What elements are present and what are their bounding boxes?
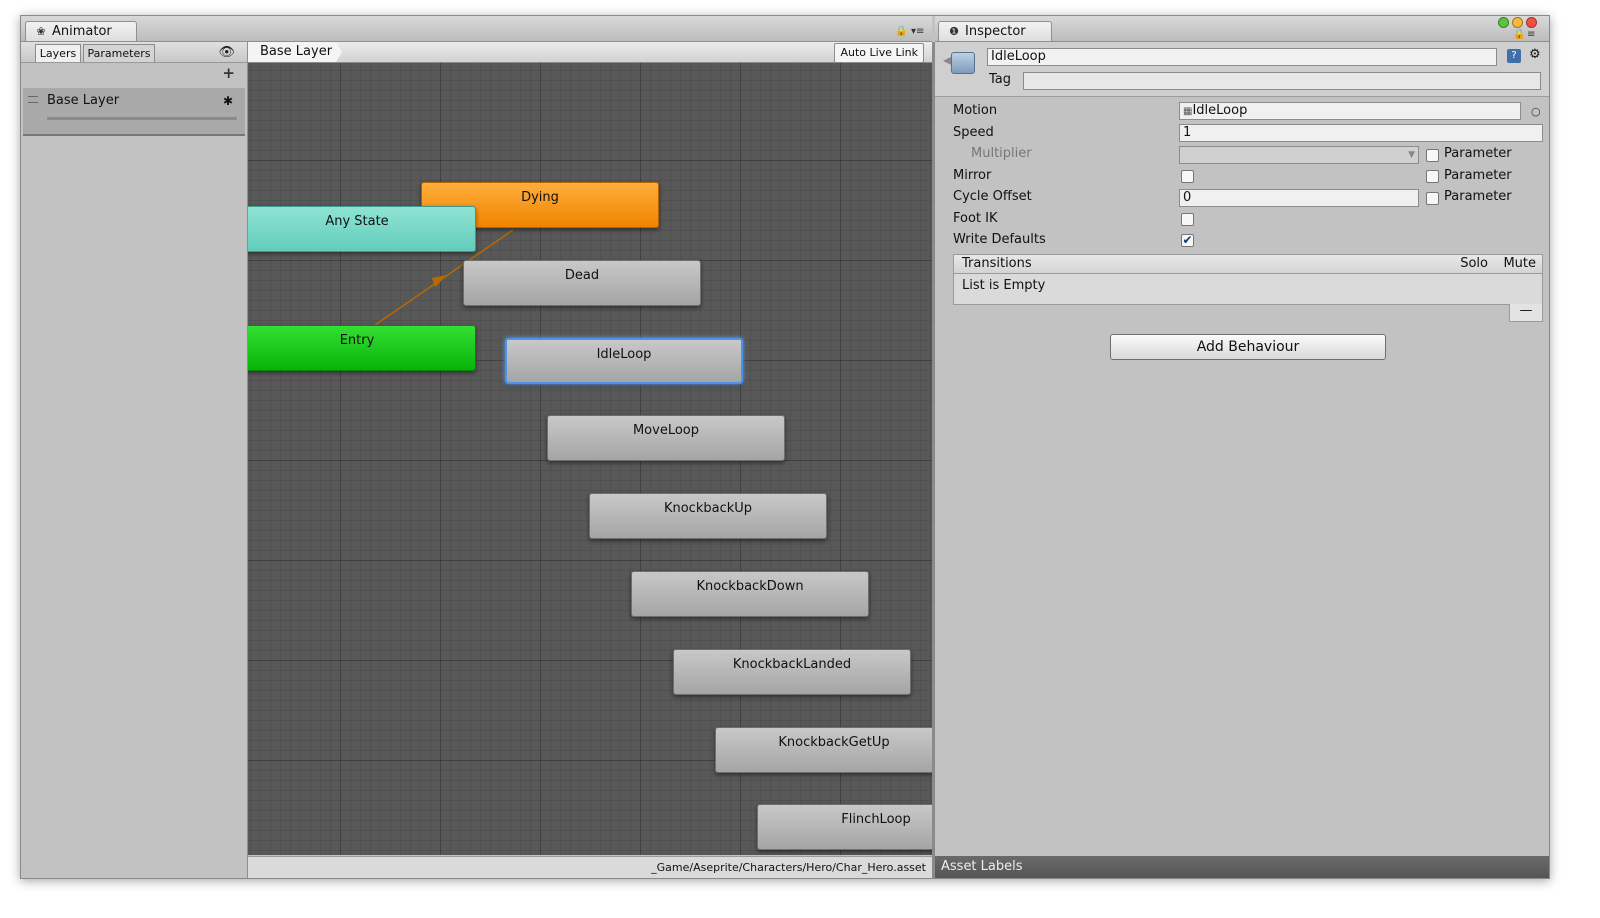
editor-window: ❀ Animator 🔒 ▾≡ Layers Parameters 👁 + Bas…	[20, 15, 1550, 879]
state-node-knockbacklanded[interactable]: KnockbackLanded	[673, 649, 911, 695]
write-defaults-label: Write Defaults	[953, 232, 1046, 247]
drag-handle-icon[interactable]	[28, 96, 38, 103]
minimize-button[interactable]	[1512, 17, 1523, 28]
cycle-offset-label: Cycle Offset	[953, 189, 1032, 204]
mirror-parameter-label: Parameter	[1444, 168, 1512, 183]
mirror-parameter-checkbox[interactable]	[1426, 170, 1439, 183]
multiplier-dropdown: ▼	[1179, 146, 1419, 164]
state-node-moveloop[interactable]: MoveLoop	[547, 415, 785, 461]
animator-icon: ❀	[36, 25, 46, 38]
state-node-knockbackdown[interactable]: KnockbackDown	[631, 571, 869, 617]
motion-field[interactable]: ▦IdleLoop	[1179, 102, 1521, 120]
settings-gear-icon[interactable]: ⚙	[1529, 47, 1541, 62]
transitions-list: Transitions Solo Mute List is Empty —	[953, 254, 1543, 322]
multiplier-parameter-checkbox[interactable]	[1426, 149, 1439, 162]
solo-column: Solo	[1460, 256, 1488, 271]
inspector-header: ◀ IdleLoop ? ⚙ Tag	[935, 42, 1549, 97]
asset-path: _Game/Aseprite/Characters/Hero/Char_Hero…	[651, 861, 926, 874]
multiplier-label: Multiplier	[971, 146, 1032, 161]
mute-column: Mute	[1503, 256, 1536, 271]
speed-label: Speed	[953, 125, 994, 140]
inspector-tab-bar: ❶ Inspector 🔒 ≡	[935, 16, 1549, 42]
cycle-offset-parameter-label: Parameter	[1444, 189, 1512, 204]
breadcrumb[interactable]: Base Layer	[248, 42, 342, 62]
cycle-offset-field[interactable]: 0	[1179, 189, 1419, 207]
gear-icon[interactable]: ✱	[223, 94, 233, 108]
close-button[interactable]	[1526, 17, 1537, 28]
menu-icon[interactable]: ≡	[1527, 29, 1535, 40]
motion-label: Motion	[953, 103, 998, 118]
transitions-body: List is Empty	[953, 273, 1543, 305]
state-node-any-state[interactable]: Any State	[248, 206, 476, 252]
state-node-flinchloop[interactable]: FlinchLoop	[757, 804, 932, 850]
asset-labels-bar[interactable]: Asset Labels	[935, 856, 1549, 878]
menu-icon[interactable]: ▾≡	[911, 26, 924, 37]
tab-parameters[interactable]: Parameters	[83, 44, 155, 62]
layers-params-tabs: Layers Parameters 👁	[21, 42, 247, 63]
inspector-window: ❶ Inspector 🔒 ≡ ◀ IdleLoop ? ⚙ Tag Motion…	[935, 16, 1549, 878]
add-layer-row: +	[21, 63, 247, 83]
tag-field[interactable]	[1023, 72, 1541, 90]
foot-ik-label: Foot IK	[953, 211, 998, 226]
state-graph[interactable]: Dying Any State Dead Entry IdleLoop MoveLoop K…	[248, 63, 932, 855]
asset-labels-title: Asset Labels	[941, 859, 1023, 874]
chevron-down-icon: ▼	[1408, 150, 1415, 160]
tab-animator-label: Animator	[52, 24, 112, 39]
auto-live-link-button[interactable]: Auto Live Link	[834, 43, 924, 63]
cycle-offset-parameter-checkbox[interactable]	[1426, 192, 1439, 205]
graph-toolbar: Base Layer Auto Live Link	[248, 42, 932, 63]
object-picker-icon[interactable]: ○	[1531, 105, 1541, 118]
layers-panel: Layers Parameters 👁 + Base Layer ✱	[21, 42, 248, 878]
tab-inspector[interactable]: ❶ Inspector	[938, 21, 1052, 41]
state-node-idleloop[interactable]: IdleLoop	[505, 338, 743, 384]
remove-transition-button[interactable]: —	[1509, 304, 1543, 322]
speed-field[interactable]: 1	[1179, 124, 1543, 142]
help-icon[interactable]: ?	[1507, 49, 1521, 63]
state-node-dead[interactable]: Dead	[463, 260, 701, 306]
mirror-checkbox[interactable]	[1181, 170, 1194, 183]
transitions-header: Transitions Solo Mute	[953, 254, 1543, 274]
add-layer-button[interactable]: +	[222, 64, 235, 82]
info-icon: ❶	[949, 25, 959, 38]
animator-tab-bar: ❀ Animator 🔒 ▾≡	[21, 16, 932, 42]
write-defaults-checkbox[interactable]: ✔	[1181, 234, 1194, 247]
eye-icon[interactable]: 👁	[218, 45, 235, 60]
transitions-title: Transitions	[962, 256, 1032, 271]
tag-label: Tag	[989, 72, 1012, 87]
maximize-button[interactable]	[1498, 17, 1509, 28]
layer-item-base[interactable]: Base Layer ✱	[23, 88, 245, 136]
breadcrumb-label: Base Layer	[260, 44, 333, 59]
state-node-knockbackup[interactable]: KnockbackUp	[589, 493, 827, 539]
add-behaviour-button[interactable]: Add Behaviour	[1110, 334, 1386, 360]
tab-animator[interactable]: ❀ Animator	[25, 21, 137, 41]
object-name-field[interactable]: IdleLoop	[987, 48, 1497, 66]
mirror-label: Mirror	[953, 168, 992, 183]
asset-path-bar: _Game/Aseprite/Characters/Hero/Char_Hero…	[248, 856, 932, 878]
tab-inspector-label: Inspector	[965, 24, 1026, 39]
list-empty-text: List is Empty	[962, 278, 1046, 293]
state-icon	[951, 52, 975, 74]
state-node-entry[interactable]: Entry	[248, 325, 476, 371]
layer-name: Base Layer	[47, 93, 120, 108]
motion-value: IdleLoop	[1192, 103, 1248, 118]
layer-weight-slider[interactable]	[47, 117, 237, 120]
state-node-knockbackgetup[interactable]: KnockbackGetUp	[715, 727, 932, 773]
tab-layers[interactable]: Layers	[35, 44, 81, 62]
transition-arrow	[432, 275, 447, 287]
multiplier-parameter-label: Parameter	[1444, 146, 1512, 161]
lock-icon[interactable]: 🔒	[895, 26, 907, 37]
foot-ik-checkbox[interactable]	[1181, 213, 1194, 226]
lock-icon[interactable]: 🔒	[1513, 29, 1525, 40]
